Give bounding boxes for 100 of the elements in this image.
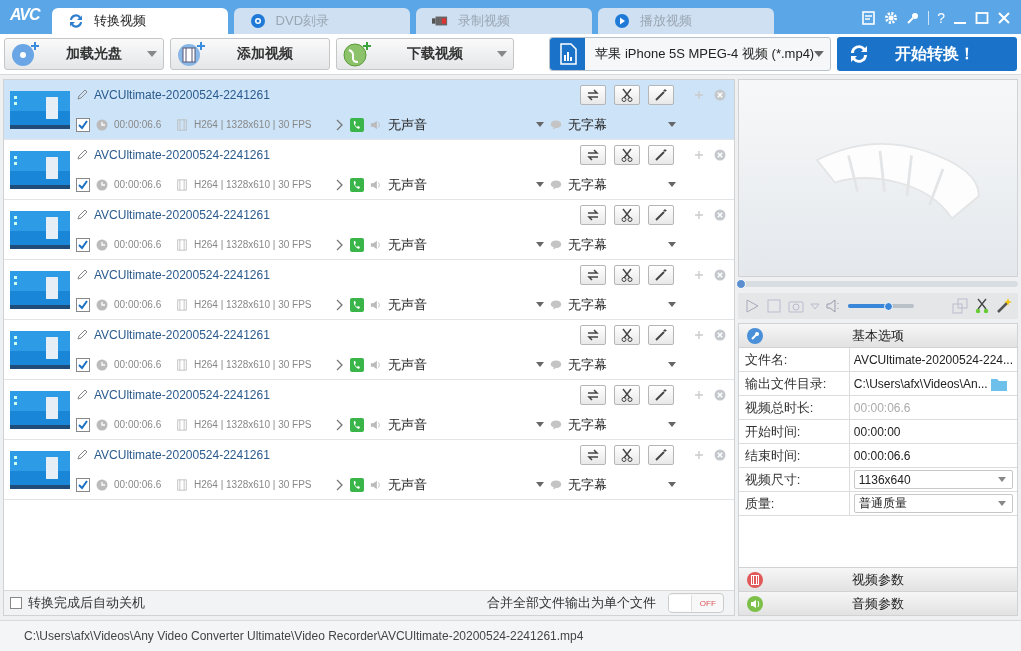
caret-icon: [668, 362, 676, 367]
scissors-icon[interactable]: [974, 298, 990, 314]
subtitle-dropdown[interactable]: 无字幕: [568, 115, 676, 134]
profile-dropdown[interactable]: 苹果 iPhone 5S MPEG-4 视频 (*.mp4): [549, 37, 831, 71]
pencil-icon[interactable]: [76, 88, 88, 101]
checkbox[interactable]: [76, 117, 90, 132]
convert-settings-button[interactable]: [579, 204, 606, 225]
volume-track[interactable]: [847, 304, 914, 308]
checkbox[interactable]: [76, 417, 90, 432]
convert-settings-button[interactable]: [579, 144, 606, 165]
checkbox[interactable]: [76, 477, 90, 492]
caret-icon: [668, 122, 676, 127]
scissors-icon: [619, 387, 634, 402]
checkbox[interactable]: [76, 237, 90, 252]
toolbar-button[interactable]: 下载视频: [336, 38, 514, 70]
toolbar-button[interactable]: 加载光盘: [4, 38, 164, 70]
chevron-icon[interactable]: [336, 178, 344, 191]
effects-button[interactable]: [647, 444, 674, 465]
option-label: 输出文件目录:: [738, 372, 850, 395]
merge-toggle[interactable]: OFF: [667, 593, 724, 613]
refresh-icon: [67, 13, 84, 29]
cut-button[interactable]: [613, 324, 640, 345]
checkbox[interactable]: [76, 177, 90, 192]
checkbox[interactable]: [10, 597, 22, 609]
audio-track-dropdown[interactable]: 无声音: [388, 235, 544, 254]
app-logo: AVC: [9, 6, 42, 25]
audio-track-dropdown[interactable]: 无声音: [388, 115, 544, 134]
phone-icon: [350, 477, 364, 492]
audio-track-dropdown[interactable]: 无声音: [388, 295, 544, 314]
effects-button[interactable]: [647, 144, 674, 165]
convert-button[interactable]: 开始转换！: [837, 37, 1017, 71]
log-icon[interactable]: [862, 11, 877, 25]
option-dropdown[interactable]: 1136x640: [853, 470, 1013, 489]
cut-button[interactable]: [613, 204, 640, 225]
subtitle-dropdown[interactable]: 无字幕: [568, 175, 676, 194]
seek-track[interactable]: [737, 281, 1018, 287]
pencil-icon[interactable]: [76, 448, 88, 461]
toolbar-button[interactable]: 添加视频: [170, 38, 330, 70]
convert-settings-button[interactable]: [579, 264, 606, 285]
cut-button[interactable]: [613, 264, 640, 285]
caret-icon: [536, 482, 544, 487]
convert-settings-button[interactable]: [579, 444, 606, 465]
section-header[interactable]: 基本选项: [738, 324, 1017, 348]
tab[interactable]: 转换视频: [51, 8, 228, 34]
audio-track-dropdown[interactable]: 无声音: [388, 475, 544, 494]
effects-button[interactable]: [647, 384, 674, 405]
convert-settings-button[interactable]: [579, 84, 606, 105]
pencil-icon[interactable]: [76, 208, 88, 221]
seek-thumb[interactable]: [735, 279, 746, 289]
film-icon: [177, 41, 207, 67]
convert-settings-button[interactable]: [579, 324, 606, 345]
pencil-icon[interactable]: [76, 328, 88, 341]
file-row[interactable]: AVCUltimate-20200524-2241261 00:00:06.6 H264 | 1328x610 | 30 FPS 无声音 无字幕: [4, 140, 734, 200]
section-header[interactable]: 视频参数: [738, 567, 1017, 591]
cut-button[interactable]: [613, 84, 640, 105]
file-row[interactable]: AVCUltimate-20200524-2241261 00:00:06.6 H264 | 1328x610 | 30 FPS 无声音 无字幕: [4, 200, 734, 260]
key-icon[interactable]: [906, 11, 921, 25]
file-row[interactable]: AVCUltimate-20200524-2241261 00:00:06.6 H264 | 1328x610 | 30 FPS 无声音 无字幕: [4, 260, 734, 320]
chevron-icon[interactable]: [336, 418, 344, 431]
option-dropdown[interactable]: 普通质量: [853, 494, 1013, 513]
pencil-icon[interactable]: [76, 388, 88, 401]
file-row[interactable]: AVCUltimate-20200524-2241261 00:00:06.6 H264 | 1328x610 | 30 FPS 无声音 无字幕: [4, 80, 734, 140]
effects-button[interactable]: [647, 204, 674, 225]
effects-button[interactable]: [647, 84, 674, 105]
convert-settings-button[interactable]: [579, 384, 606, 405]
chevron-icon[interactable]: [336, 118, 344, 131]
maximize-icon[interactable]: [975, 11, 989, 25]
subtitle-dropdown[interactable]: 无字幕: [568, 475, 676, 494]
speaker-icon: [370, 238, 382, 251]
file-row[interactable]: AVCUltimate-20200524-2241261 00:00:06.6 H264 | 1328x610 | 30 FPS 无声音 无字幕: [4, 320, 734, 380]
subtitle-dropdown[interactable]: 无字幕: [568, 235, 676, 254]
effects-button[interactable]: [647, 264, 674, 285]
audio-track-dropdown[interactable]: 无声音: [388, 175, 544, 194]
swap-icon: [585, 147, 600, 162]
subtitle-dropdown[interactable]: 无字幕: [568, 295, 676, 314]
chevron-icon[interactable]: [336, 238, 344, 251]
checkbox[interactable]: [76, 297, 90, 312]
file-row[interactable]: AVCUltimate-20200524-2241261 00:00:06.6 H264 | 1328x610 | 30 FPS 无声音 无字幕: [4, 440, 734, 500]
audio-track-dropdown[interactable]: 无声音: [388, 355, 544, 374]
subtitle-dropdown[interactable]: 无字幕: [568, 355, 676, 374]
file-row[interactable]: AVCUltimate-20200524-2241261 00:00:06.6 H264 | 1328x610 | 30 FPS 无声音 无字幕: [4, 380, 734, 440]
chevron-icon[interactable]: [336, 358, 344, 371]
caret-icon: [497, 51, 507, 57]
pencil-icon[interactable]: [76, 148, 88, 161]
swap-icon: [585, 447, 600, 462]
close-icon[interactable]: [997, 11, 1011, 25]
section-header[interactable]: 音频参数: [738, 591, 1017, 615]
chevron-icon[interactable]: [336, 478, 344, 491]
cut-button[interactable]: [613, 144, 640, 165]
subtitle-dropdown[interactable]: 无字幕: [568, 415, 676, 434]
audio-track-dropdown[interactable]: 无声音: [388, 415, 544, 434]
settings-icon[interactable]: [884, 11, 899, 25]
pencil-icon[interactable]: [76, 268, 88, 281]
volume-thumb[interactable]: [884, 302, 894, 311]
chevron-icon[interactable]: [336, 298, 344, 311]
effects-button[interactable]: [647, 324, 674, 345]
cut-button[interactable]: [613, 384, 640, 405]
cut-button[interactable]: [613, 444, 640, 465]
folder-icon[interactable]: [990, 376, 1007, 391]
checkbox[interactable]: [76, 357, 90, 372]
